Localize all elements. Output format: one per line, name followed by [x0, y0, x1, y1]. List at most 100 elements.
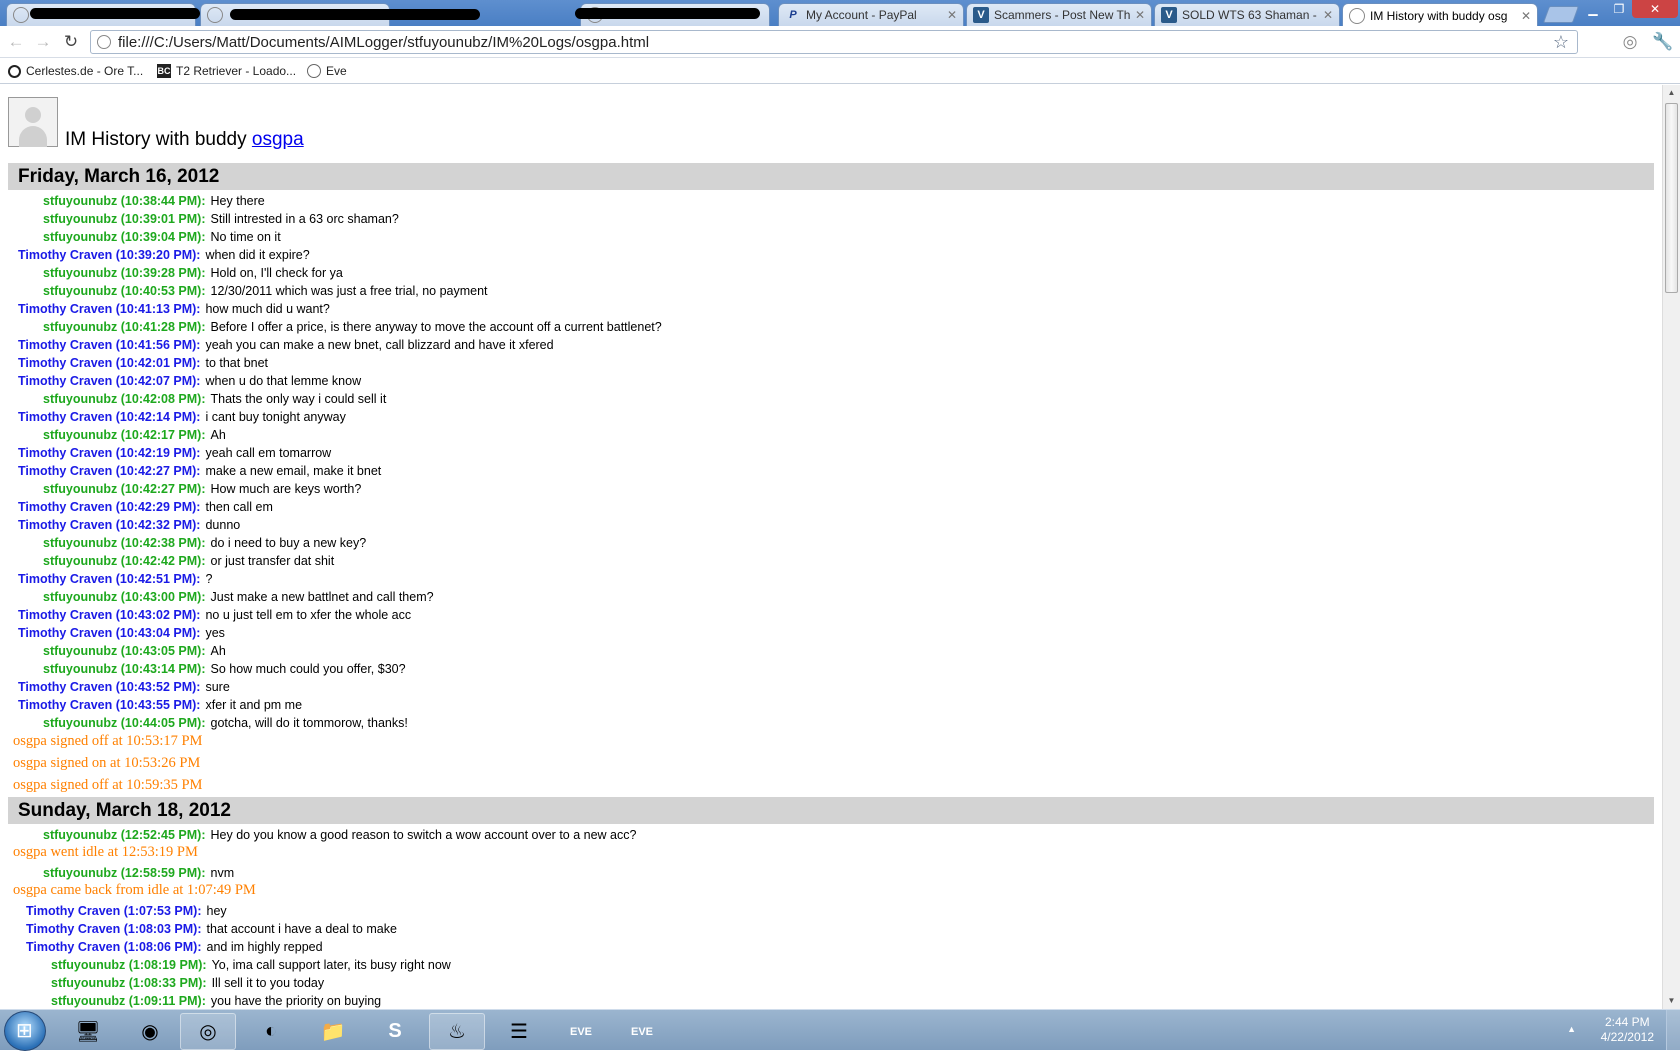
message-sender: Timothy Craven (10:42:07 PM): [18, 374, 201, 388]
chat-message: stfuyounubz (10:41:28 PM): Before I offer… [43, 318, 662, 336]
message-text: Ill sell it to you today [211, 976, 325, 990]
cerlestes-icon [8, 64, 21, 78]
orange-app-icon[interactable]: ◉ [122, 1013, 178, 1050]
paypal-icon: P [789, 9, 797, 21]
bookmark-star-icon[interactable]: ☆ [1553, 32, 1569, 53]
status-event: osgpa went idle at 12:53:19 PM [13, 844, 198, 860]
address-bar[interactable]: file:///C:/Users/Matt/Documents/AIMLogge… [90, 30, 1578, 54]
tab-im-history[interactable]: IM History with buddy osg ✕ [1342, 3, 1538, 27]
status-event: osgpa signed off at 10:59:35 PM [13, 777, 203, 793]
clock-time: 2:44 PM [1604, 1015, 1650, 1029]
bookmark-t2-retriever[interactable]: BC T2 Retriever - Loado... [157, 62, 296, 80]
message-sender: Timothy Craven (1:07:53 PM): [26, 904, 202, 918]
page-icon [207, 7, 223, 23]
message-text: yes [205, 626, 225, 640]
chat-message: Timothy Craven (10:42:27 PM): make a new … [18, 462, 381, 480]
steam-icon[interactable]: ♨ [429, 1013, 485, 1050]
message-sender: Timothy Craven (10:43:52 PM): [18, 680, 201, 694]
day-header: Friday, March 16, 2012 [8, 163, 1654, 190]
chat-message: Timothy Craven (10:42:19 PM): yeah call e… [18, 444, 331, 462]
minimize-button[interactable]: ▁ [1580, 0, 1606, 18]
monitor-app-icon[interactable]: 🖥 [60, 1013, 116, 1050]
speaker-app-icon[interactable]: ◐ [243, 1013, 299, 1050]
new-tab-button[interactable] [1542, 6, 1580, 23]
message-text: or just transfer dat shit [210, 554, 335, 568]
chat-message: stfuyounubz (10:43:00 PM): Just make a ne… [43, 588, 434, 606]
wrench-icon[interactable]: 🔧 [1652, 32, 1673, 52]
chat-message: Timothy Craven (10:43:52 PM): sure [18, 678, 230, 696]
chat-message: Timothy Craven (10:43:55 PM): xfer it and… [18, 696, 302, 714]
page-title: IM History with buddy osgpa [65, 129, 304, 151]
menu-app-icon[interactable]: ☰ [491, 1013, 547, 1050]
message-text: sure [205, 680, 230, 694]
buddy-link[interactable]: osgpa [252, 129, 304, 150]
chat-message: Timothy Craven (10:42:29 PM): then call e… [18, 498, 273, 516]
close-icon[interactable]: ✕ [947, 8, 957, 22]
start-button[interactable] [4, 1011, 46, 1051]
message-text: yeah call em tomarrow [205, 446, 332, 460]
close-window-button[interactable]: ✕ [1632, 0, 1678, 18]
message-sender: stfuyounubz (10:42:27 PM): [43, 482, 206, 496]
message-text: 12/30/2011 which was just a free trial, … [210, 284, 488, 298]
chat-message: stfuyounubz (12:58:59 PM): nvm [43, 864, 234, 882]
chat-message: Timothy Craven (1:07:53 PM): hey [26, 902, 227, 920]
tab-scammers[interactable]: V Scammers - Post New Thre ✕ [966, 3, 1152, 26]
redaction-mark [230, 9, 480, 20]
scroll-down-arrow-icon[interactable]: ▼ [1663, 993, 1680, 1009]
tab-title: SOLD WTS 63 Shaman - Ch [1182, 8, 1319, 22]
message-sender: Timothy Craven (10:42:29 PM): [18, 500, 201, 514]
chat-message: Timothy Craven (10:42:51 PM):? [18, 570, 212, 588]
close-icon[interactable]: ✕ [1135, 8, 1145, 22]
clock[interactable]: 2:44 PM 4/22/2012 [1601, 1015, 1654, 1045]
reload-button[interactable]: ↻ [61, 32, 81, 52]
close-icon[interactable]: ✕ [1521, 9, 1531, 23]
folder-icon[interactable]: 📁 [305, 1013, 361, 1050]
extension-icon[interactable]: ◎ [1620, 32, 1640, 52]
vertical-scrollbar[interactable]: ▲ ▼ [1662, 85, 1680, 1009]
chat-message: stfuyounubz (1:09:11 PM): you have the pr… [51, 992, 381, 1009]
message-sender: stfuyounubz (1:08:33 PM): [51, 976, 207, 990]
message-sender: Timothy Craven (10:42:01 PM): [18, 356, 201, 370]
message-text: to that bnet [205, 356, 269, 370]
scroll-up-arrow-icon[interactable]: ▲ [1663, 85, 1680, 101]
bookmark-eve[interactable]: Eve [307, 62, 347, 80]
message-text: Yo, ima call support later, its busy rig… [211, 958, 451, 972]
message-sender: stfuyounubz (10:40:53 PM): [43, 284, 206, 298]
message-text: do i need to buy a new key? [210, 536, 367, 550]
day-header: Sunday, March 18, 2012 [8, 797, 1654, 824]
chat-message: stfuyounubz (10:39:01 PM): Still intreste… [43, 210, 399, 228]
close-icon[interactable]: ✕ [1323, 8, 1333, 22]
restore-button[interactable]: ❐ [1606, 0, 1632, 18]
chat-message: stfuyounubz (10:38:44 PM): Hey there [43, 192, 265, 210]
message-text: Before I offer a price, is there anyway … [210, 320, 662, 334]
chrome-icon[interactable]: ◎ [180, 1013, 236, 1050]
message-text: No time on it [210, 230, 281, 244]
forward-button[interactable]: → [33, 32, 53, 52]
evemon-icon[interactable]: EVE [614, 1013, 670, 1050]
bookmark-cerlestes[interactable]: Cerlestes.de - Ore T... [8, 62, 143, 80]
chat-message: stfuyounubz (10:43:14 PM): So how much co… [43, 660, 406, 678]
chat-message: stfuyounubz (10:44:05 PM): gotcha, will d… [43, 714, 408, 732]
show-desktop-button[interactable] [1666, 1010, 1680, 1050]
message-text: Thats the only way i could sell it [210, 392, 387, 406]
back-button[interactable]: ← [6, 32, 26, 52]
chat-message: Timothy Craven (10:42:32 PM): dunno [18, 516, 240, 534]
tab-paypal[interactable]: P My Account - PayPal ✕ [778, 3, 964, 26]
skype-icon[interactable]: S [367, 1013, 423, 1050]
message-sender: stfuyounubz (12:52:45 PM): [43, 828, 206, 842]
message-text: yeah you can make a new bnet, call blizz… [205, 338, 554, 352]
eve-icon[interactable]: EVE [553, 1013, 609, 1050]
message-text: gotcha, will do it tommorow, thanks! [210, 716, 408, 730]
tray-expand-icon[interactable]: ▲ [1567, 1024, 1576, 1034]
message-text: that account i have a deal to make [206, 922, 397, 936]
message-text: nvm [210, 866, 235, 880]
message-sender: Timothy Craven (10:42:51 PM): [18, 572, 201, 586]
chat-message: stfuyounubz (10:42:17 PM): Ah [43, 426, 226, 444]
scrollbar-thumb[interactable] [1665, 103, 1678, 293]
chat-message: Timothy Craven (10:41:13 PM): how much di… [18, 300, 330, 318]
message-sender: stfuyounubz (10:43:14 PM): [43, 662, 206, 676]
chat-message: stfuyounubz (10:42:08 PM): Thats the only… [43, 390, 386, 408]
page-content: IM History with buddy osgpa Friday, Marc… [0, 85, 1662, 1009]
tab-sold-wts[interactable]: V SOLD WTS 63 Shaman - Ch ✕ [1154, 3, 1340, 26]
message-text: Ah [210, 644, 226, 658]
